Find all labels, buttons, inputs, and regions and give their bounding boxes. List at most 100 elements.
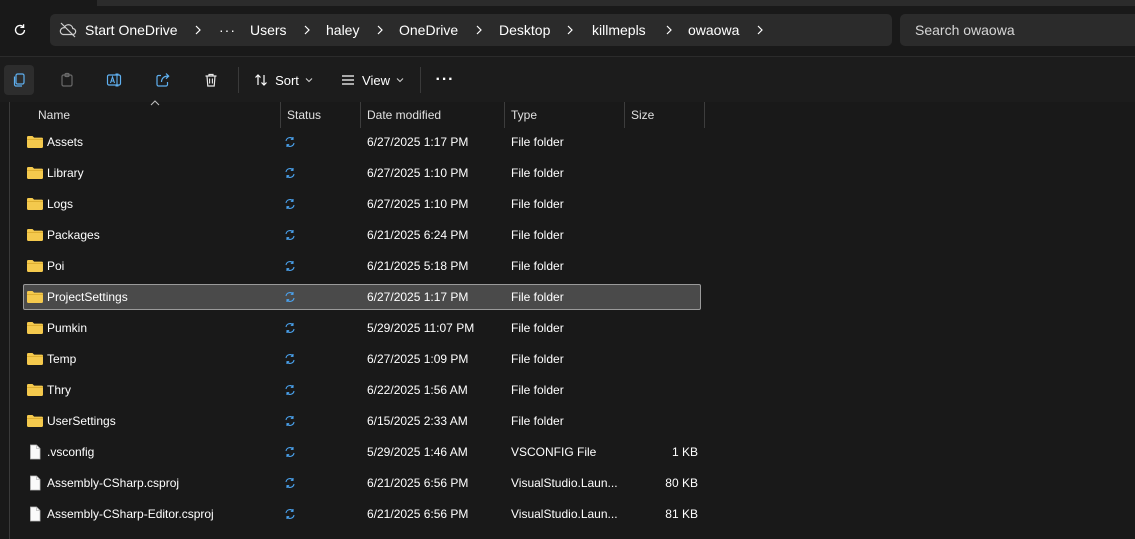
file-row[interactable]: Assets 6/27/2025 1:17 PM File folder: [23, 129, 701, 155]
sync-pending-icon: [284, 440, 300, 464]
folder-icon: [27, 136, 43, 148]
title-strip: [97, 0, 1135, 6]
file-row[interactable]: Packages 6/21/2025 6:24 PM File folder: [23, 222, 701, 248]
refresh-icon: [14, 24, 26, 36]
file-type: File folder: [511, 290, 564, 304]
column-header-type[interactable]: Type: [505, 102, 624, 128]
rename-button[interactable]: [100, 65, 130, 95]
file-size: 81 KB: [665, 507, 698, 521]
file-row[interactable]: Assembly-CSharp-Editor.csproj 6/21/2025 …: [23, 501, 701, 527]
share-icon: [156, 73, 170, 87]
file-row[interactable]: Assembly-CSharp.csproj 6/21/2025 6:56 PM…: [23, 470, 701, 496]
column-resize-handle[interactable]: [704, 102, 705, 128]
item-type-icon: [26, 440, 44, 464]
chevron-right-icon[interactable]: [375, 22, 385, 38]
file-row[interactable]: Thry 6/22/2025 1:56 AM File folder: [23, 377, 701, 403]
chevron-right-icon[interactable]: [565, 22, 575, 38]
file-row[interactable]: ProjectSettings 6/27/2025 1:17 PM File f…: [23, 284, 701, 310]
sync-pending-icon: [284, 161, 300, 185]
sync-pending-icon: [284, 223, 300, 247]
item-type-icon: [26, 347, 44, 371]
file-row[interactable]: .vsconfig 5/29/2025 1:46 AM VSCONFIG Fil…: [23, 439, 701, 465]
view-button[interactable]: View: [336, 65, 408, 95]
file-date-modified: 5/29/2025 1:46 AM: [367, 445, 468, 459]
file-date-modified: 6/27/2025 1:17 PM: [367, 290, 469, 304]
sort-icon: [255, 74, 268, 86]
file-icon: [30, 506, 41, 522]
file-row[interactable]: Poi 6/21/2025 5:18 PM File folder: [23, 253, 701, 279]
file-size: [624, 285, 698, 309]
chevron-right-icon[interactable]: [193, 22, 203, 38]
file-size: [624, 192, 698, 216]
toolbar-divider: [420, 67, 421, 93]
sync-pending-icon: [284, 254, 300, 278]
column-header-name[interactable]: Name: [32, 102, 280, 128]
file-size: [624, 130, 698, 154]
file-row[interactable]: Temp 6/27/2025 1:09 PM File folder: [23, 346, 701, 372]
file-name: Assembly-CSharp-Editor.csproj: [47, 507, 214, 521]
column-header-size[interactable]: Size: [625, 102, 704, 128]
copy-button[interactable]: [4, 65, 34, 95]
sync-pending-icon: [284, 347, 300, 371]
folder-icon: [27, 322, 43, 334]
file-name: Library: [47, 166, 84, 180]
breadcrumb-killmepls[interactable]: killmepls: [592, 22, 646, 38]
file-size: [624, 316, 698, 340]
chevron-right-icon[interactable]: [664, 22, 674, 38]
column-header-status[interactable]: Status: [281, 102, 360, 128]
item-type-icon: [26, 502, 44, 526]
file-date-modified: 6/21/2025 6:56 PM: [367, 476, 469, 490]
breadcrumb-desktop[interactable]: Desktop: [499, 22, 550, 38]
chevron-right-icon[interactable]: [755, 22, 765, 38]
file-row[interactable]: Pumkin 5/29/2025 11:07 PM File folder: [23, 315, 701, 341]
file-date-modified: 6/27/2025 1:17 PM: [367, 135, 469, 149]
breadcrumb-onedrive[interactable]: OneDrive: [399, 22, 458, 38]
paste-button[interactable]: [52, 65, 82, 95]
file-size: [624, 409, 698, 433]
file-type: File folder: [511, 259, 564, 273]
delete-button[interactable]: [196, 65, 226, 95]
sort-button[interactable]: Sort: [248, 65, 318, 95]
breadcrumb-owaowa[interactable]: owaowa: [688, 22, 739, 38]
search-placeholder: Search owaowa: [915, 22, 1015, 38]
column-headers: Name Status Date modified Type Size: [0, 102, 1135, 128]
file-date-modified: 6/21/2025 6:56 PM: [367, 507, 469, 521]
chevron-right-icon[interactable]: [474, 22, 484, 38]
breadcrumb-haley[interactable]: haley: [326, 22, 359, 38]
file-date-modified: 6/27/2025 1:09 PM: [367, 352, 469, 366]
more-options-button[interactable]: ···: [430, 65, 460, 95]
sync-pending-icon: [284, 316, 300, 340]
refresh-button[interactable]: [10, 20, 30, 40]
column-header-date-modified[interactable]: Date modified: [361, 102, 504, 128]
file-type: VisualStudio.Laun...: [511, 476, 618, 490]
file-row[interactable]: Library 6/27/2025 1:10 PM File folder: [23, 160, 701, 186]
folder-icon: [27, 260, 43, 272]
search-input[interactable]: Search owaowa: [900, 14, 1135, 46]
item-type-icon: [26, 161, 44, 185]
chevron-right-icon[interactable]: [302, 22, 312, 38]
file-name: Logs: [47, 197, 74, 211]
breadcrumb-overflow[interactable]: ···: [219, 22, 236, 38]
file-type: VSCONFIG File: [511, 445, 597, 459]
file-row[interactable]: UserSettings 6/15/2025 2:33 AM File fold…: [23, 408, 701, 434]
share-button[interactable]: [148, 65, 178, 95]
item-type-icon: [26, 254, 44, 278]
file-date-modified: 6/21/2025 5:18 PM: [367, 259, 469, 273]
item-type-icon: [26, 130, 44, 154]
file-date-modified: 6/27/2025 1:10 PM: [367, 197, 469, 211]
file-name: Assets: [47, 135, 84, 149]
item-type-icon: [26, 471, 44, 495]
file-date-modified: 5/29/2025 11:07 PM: [367, 321, 475, 335]
file-size: [624, 223, 698, 247]
item-type-icon: [26, 316, 44, 340]
paste-icon: [61, 72, 73, 87]
item-type-icon: [26, 192, 44, 216]
file-row[interactable]: Logs 6/27/2025 1:10 PM File folder: [23, 191, 701, 217]
folder-icon: [27, 291, 43, 303]
command-bar: Sort View ···: [0, 56, 1135, 102]
file-name: Packages: [47, 228, 100, 242]
sync-pending-icon: [284, 378, 300, 402]
start-onedrive-button[interactable]: Start OneDrive: [85, 22, 178, 38]
breadcrumb-users[interactable]: Users: [250, 22, 287, 38]
file-type: File folder: [511, 321, 564, 335]
